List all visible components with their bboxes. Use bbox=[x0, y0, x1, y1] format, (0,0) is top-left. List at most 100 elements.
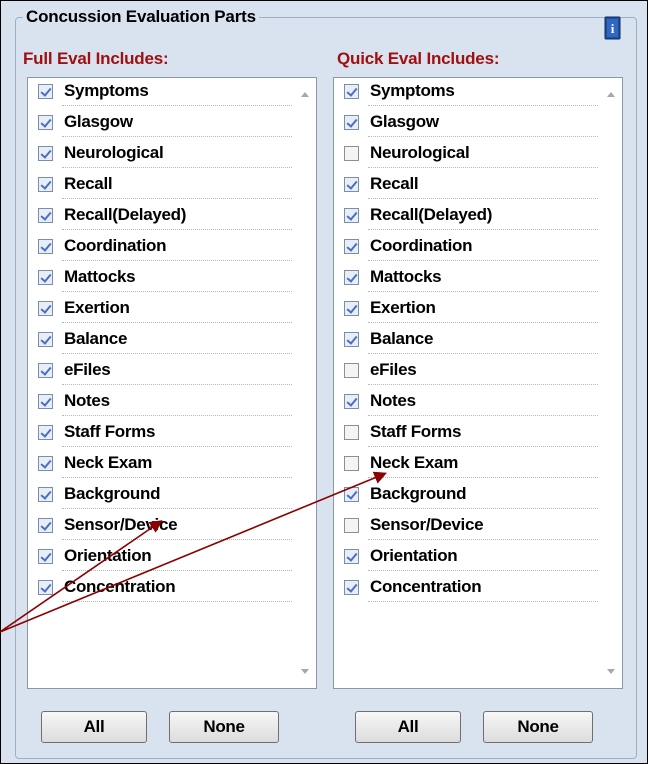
item-label: Sensor/Device bbox=[64, 515, 178, 534]
checkbox[interactable] bbox=[38, 301, 53, 316]
list-item[interactable]: Notes bbox=[334, 388, 600, 419]
checkbox[interactable] bbox=[344, 518, 359, 533]
svg-text:i: i bbox=[611, 21, 615, 36]
scroll-up-icon[interactable] bbox=[301, 92, 309, 97]
item-label: Neck Exam bbox=[370, 453, 459, 472]
full-eval-all-button[interactable]: All bbox=[41, 711, 147, 743]
checkbox[interactable] bbox=[38, 549, 53, 564]
scroll-down-icon[interactable] bbox=[607, 669, 615, 674]
list-item[interactable]: Recall bbox=[334, 171, 600, 202]
list-item[interactable]: Staff Forms bbox=[334, 419, 600, 450]
checkbox[interactable] bbox=[38, 518, 53, 533]
checkbox[interactable] bbox=[344, 208, 359, 223]
list-item[interactable]: Balance bbox=[334, 326, 600, 357]
quick-eval-all-button[interactable]: All bbox=[355, 711, 461, 743]
list-item[interactable]: Orientation bbox=[334, 543, 600, 574]
checkbox[interactable] bbox=[344, 394, 359, 409]
checkbox[interactable] bbox=[38, 146, 53, 161]
checkbox[interactable] bbox=[344, 270, 359, 285]
list-item[interactable]: Neurological bbox=[334, 140, 600, 171]
checkbox[interactable] bbox=[344, 363, 359, 378]
scroll-down-icon[interactable] bbox=[301, 669, 309, 674]
list-item[interactable]: eFiles bbox=[28, 357, 294, 388]
list-item[interactable]: Mattocks bbox=[334, 264, 600, 295]
list-item[interactable]: Orientation bbox=[28, 543, 294, 574]
quick-eval-header: Quick Eval Includes: bbox=[337, 49, 500, 68]
list-item[interactable]: Recall(Delayed) bbox=[28, 202, 294, 233]
checkbox[interactable] bbox=[38, 487, 53, 502]
list-item[interactable]: Recall bbox=[28, 171, 294, 202]
checkbox[interactable] bbox=[344, 456, 359, 471]
item-label: Symptoms bbox=[370, 81, 455, 100]
item-separator bbox=[62, 105, 292, 106]
item-label: Neurological bbox=[64, 143, 164, 162]
item-label: Recall(Delayed) bbox=[370, 205, 493, 224]
item-label: Exertion bbox=[370, 298, 436, 317]
checkbox[interactable] bbox=[38, 363, 53, 378]
list-item[interactable]: Balance bbox=[28, 326, 294, 357]
item-separator bbox=[62, 384, 292, 385]
list-item[interactable]: Concentration bbox=[28, 574, 294, 605]
window-panel: Concussion Evaluation Parts i Full Eval … bbox=[0, 0, 648, 764]
list-item[interactable]: Sensor/Device bbox=[28, 512, 294, 543]
checkbox[interactable] bbox=[38, 177, 53, 192]
checkbox[interactable] bbox=[344, 84, 359, 99]
checkbox[interactable] bbox=[344, 146, 359, 161]
checkbox[interactable] bbox=[38, 394, 53, 409]
list-item[interactable]: Neck Exam bbox=[28, 450, 294, 481]
list-item[interactable]: Background bbox=[28, 481, 294, 512]
list-item[interactable]: Coordination bbox=[28, 233, 294, 264]
checkbox[interactable] bbox=[38, 425, 53, 440]
item-label: Balance bbox=[64, 329, 128, 348]
list-item[interactable]: Symptoms bbox=[334, 78, 600, 109]
list-item[interactable]: Background bbox=[334, 481, 600, 512]
list-item[interactable]: Exertion bbox=[28, 295, 294, 326]
checkbox[interactable] bbox=[344, 115, 359, 130]
item-separator bbox=[62, 198, 292, 199]
checkbox[interactable] bbox=[38, 115, 53, 130]
list-item[interactable]: Mattocks bbox=[28, 264, 294, 295]
quick-eval-none-button[interactable]: None bbox=[483, 711, 593, 743]
list-item[interactable]: Staff Forms bbox=[28, 419, 294, 450]
checkbox[interactable] bbox=[344, 239, 359, 254]
checkbox[interactable] bbox=[344, 301, 359, 316]
list-item[interactable]: Glasgow bbox=[334, 109, 600, 140]
list-item[interactable]: Notes bbox=[28, 388, 294, 419]
full-eval-list[interactable]: Symptoms Glasgow Neurological Recall Recall(… bbox=[27, 77, 317, 689]
item-label: Coordination bbox=[370, 236, 473, 255]
checkbox[interactable] bbox=[344, 332, 359, 347]
full-eval-scrollbar[interactable] bbox=[294, 78, 316, 688]
full-eval-none-button[interactable]: None bbox=[169, 711, 279, 743]
list-item[interactable]: Concentration bbox=[334, 574, 600, 605]
checkbox[interactable] bbox=[38, 208, 53, 223]
checkbox[interactable] bbox=[38, 239, 53, 254]
list-item[interactable]: eFiles bbox=[334, 357, 600, 388]
checkbox[interactable] bbox=[344, 487, 359, 502]
checkbox[interactable] bbox=[38, 332, 53, 347]
item-separator bbox=[368, 167, 598, 168]
checkbox[interactable] bbox=[38, 580, 53, 595]
list-item[interactable]: Glasgow bbox=[28, 109, 294, 140]
checkbox[interactable] bbox=[344, 177, 359, 192]
list-item[interactable]: Recall(Delayed) bbox=[334, 202, 600, 233]
list-item[interactable]: Sensor/Device bbox=[334, 512, 600, 543]
checkbox[interactable] bbox=[344, 549, 359, 564]
checkbox[interactable] bbox=[344, 425, 359, 440]
item-separator bbox=[368, 198, 598, 199]
checkbox[interactable] bbox=[38, 270, 53, 285]
list-item[interactable]: Exertion bbox=[334, 295, 600, 326]
list-item[interactable]: Neurological bbox=[28, 140, 294, 171]
list-item[interactable]: Symptoms bbox=[28, 78, 294, 109]
checkbox[interactable] bbox=[38, 84, 53, 99]
item-separator bbox=[62, 601, 292, 602]
scroll-up-icon[interactable] bbox=[607, 92, 615, 97]
list-item[interactable]: Neck Exam bbox=[334, 450, 600, 481]
quick-eval-scrollbar[interactable] bbox=[600, 78, 622, 688]
list-item[interactable]: Coordination bbox=[334, 233, 600, 264]
quick-eval-list[interactable]: Symptoms Glasgow Neurological Recall Recall(… bbox=[333, 77, 623, 689]
item-label: Mattocks bbox=[370, 267, 442, 286]
checkbox[interactable] bbox=[344, 580, 359, 595]
item-separator bbox=[62, 508, 292, 509]
checkbox[interactable] bbox=[38, 456, 53, 471]
info-book-icon[interactable]: i bbox=[603, 15, 623, 41]
